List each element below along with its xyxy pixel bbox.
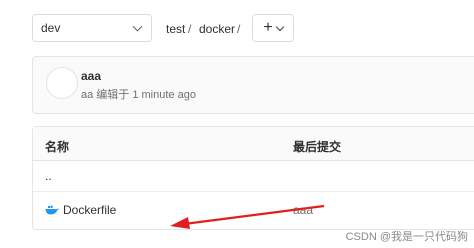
watermark: CSDN @我是一只代码狗 — [345, 231, 468, 243]
annotation-arrow — [170, 204, 325, 229]
